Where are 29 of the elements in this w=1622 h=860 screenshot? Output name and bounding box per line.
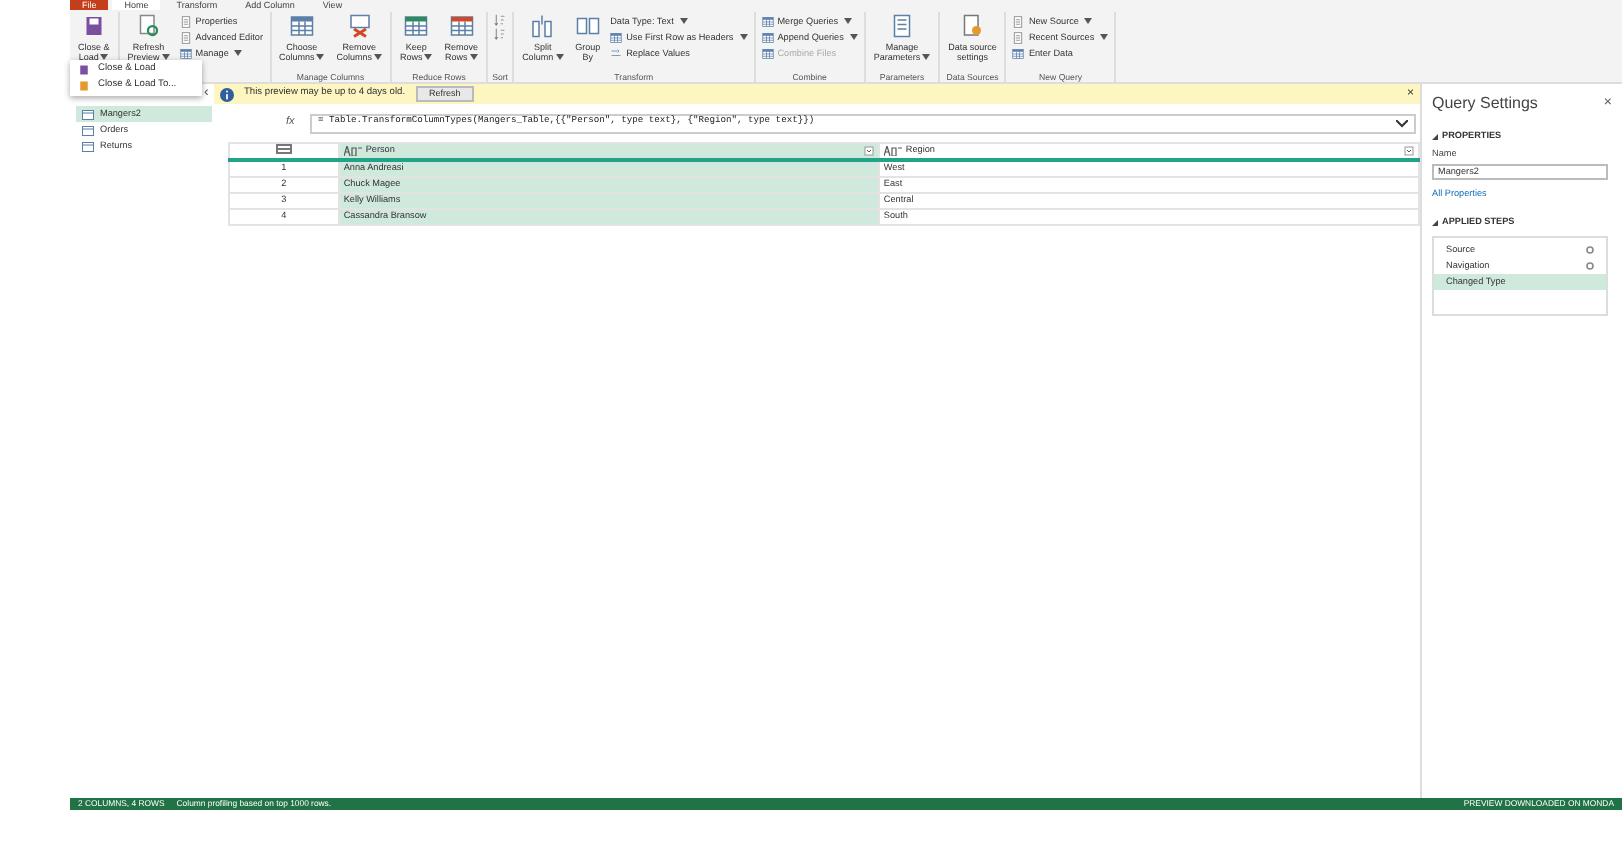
table-icon — [275, 144, 292, 155]
filter-dropdown-icon — [1404, 145, 1414, 156]
filter-dropdown-icon — [863, 145, 874, 156]
table-icon — [761, 47, 774, 59]
chevron-down-icon — [1396, 119, 1408, 127]
table-icon — [761, 31, 774, 43]
table-icon — [82, 141, 94, 151]
save-icon — [78, 64, 90, 76]
table-icon — [1012, 47, 1025, 59]
info-icon — [220, 87, 234, 101]
text-type-icon — [343, 145, 362, 156]
sort-descending-icon — [494, 28, 507, 40]
text-type-icon — [883, 145, 902, 156]
document-icon — [1012, 15, 1025, 27]
document-icon — [179, 31, 192, 43]
collapse-icon — [1432, 133, 1438, 140]
document-icon — [179, 15, 192, 27]
sort-button[interactable] — [492, 28, 509, 40]
table-icon — [82, 109, 94, 119]
table-icon — [610, 31, 623, 43]
replace-icon — [610, 47, 623, 59]
pane-title: Query Settings — [1432, 92, 1538, 116]
document-icon — [1012, 31, 1025, 43]
table-icon — [82, 125, 94, 135]
sort-ascending-icon — [494, 14, 507, 26]
collapse-icon — [1432, 219, 1438, 226]
table-icon — [761, 15, 774, 27]
save-to-icon — [78, 80, 90, 92]
sort-button[interactable] — [492, 14, 509, 26]
